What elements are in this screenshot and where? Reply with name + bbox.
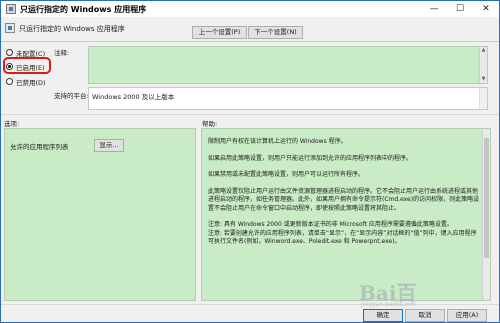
close-button[interactable]: ✕ <box>473 1 499 17</box>
help-paragraph: 限制用户有权在该计算机上运行的 Windows 程序。 <box>208 138 347 145</box>
options-pane: 允许的应用程序列表 显示... <box>4 128 196 301</box>
supported-on-field: Windows 2000 及以上版本 <box>88 87 488 110</box>
options-label: 选项: <box>4 120 20 128</box>
help-pane: 限制用户有权在该计算机上运行的 Windows 程序。 如果启用此策略设置，则用… <box>201 128 491 301</box>
window-title: 只运行指定的 Windows 应用程序 <box>20 5 147 14</box>
policy-icon <box>6 4 16 14</box>
scroll-up-icon[interactable]: ▲ <box>480 47 487 54</box>
minimize-button[interactable]: — <box>421 1 447 17</box>
comment-label: 注释: <box>54 49 70 57</box>
next-setting-button[interactable]: 下一个设置(N) <box>248 26 303 39</box>
divider <box>1 41 499 42</box>
cancel-button[interactable]: 取消 <box>405 309 445 322</box>
supported-on-scrollbar[interactable] <box>479 88 487 109</box>
comment-scrollbar[interactable]: ▲ ▼ <box>479 47 487 83</box>
help-paragraph: 注意: 若要创建允许的应用程序列表，请单击“显示”，在“显示内容”对话框的“值”… <box>208 229 477 246</box>
maximize-button[interactable]: ☐ <box>447 1 473 17</box>
radio-label-disabled[interactable]: 已禁用(D) <box>16 77 46 87</box>
help-label: 帮助: <box>202 120 218 128</box>
radio-circle-not-configured[interactable] <box>6 49 13 56</box>
supported-on-value: Windows 2000 及以上版本 <box>92 93 175 101</box>
apply-button[interactable]: 应用(A) <box>447 309 487 322</box>
show-button[interactable]: 显示... <box>94 139 124 152</box>
previous-setting-button[interactable]: 上一个设置(P) <box>192 26 247 39</box>
help-paragraph: 此策略设置仅阻止用户运行由文件资源管理器进程启动的程序。它不会阻止用户运行由系统… <box>208 187 480 212</box>
divider <box>1 114 499 115</box>
help-paragraph: 如果启用此策略设置，则用户只能运行添加到允许的应用程序列表中的程序。 <box>208 154 413 162</box>
radio-circle-disabled[interactable] <box>6 78 13 85</box>
allowed-apps-label: 允许的应用程序列表 <box>10 143 69 151</box>
supported-on-label: 支持的平台: <box>54 92 89 100</box>
scroll-down-icon[interactable]: ▼ <box>480 76 487 83</box>
help-paragraph: 如果禁用或未配置此策略设置，则用户可以运行所有程序。 <box>208 171 365 178</box>
watermark-url: jingyan.baidu.com <box>361 301 417 308</box>
enabled-highlight-annotation <box>3 57 51 74</box>
policy-setting-icon <box>5 23 15 33</box>
help-paragraph: 注意: 具有 Windows 2000 或更新版本证书的非 Microsoft … <box>208 221 453 228</box>
watermark: Bai百 jingyan.baidu.com <box>359 277 469 313</box>
comment-textarea[interactable]: ▲ ▼ <box>88 46 488 84</box>
title-bar: 只运行指定的 Windows 应用程序 — ☐ ✕ <box>1 1 499 17</box>
policy-name: 只运行指定的 Windows 应用程序 <box>19 25 125 33</box>
help-scrollbar[interactable] <box>482 129 490 300</box>
ok-button[interactable]: 确定 <box>363 309 403 322</box>
help-text: 限制用户有权在该计算机上运行的 Windows 程序。 如果启用此策略设置，则用… <box>208 138 480 255</box>
help-scrollbar-thumb[interactable] <box>484 138 489 258</box>
policy-dialog-window: 只运行指定的 Windows 应用程序 — ☐ ✕ 只运行指定的 Windows… <box>0 0 500 323</box>
